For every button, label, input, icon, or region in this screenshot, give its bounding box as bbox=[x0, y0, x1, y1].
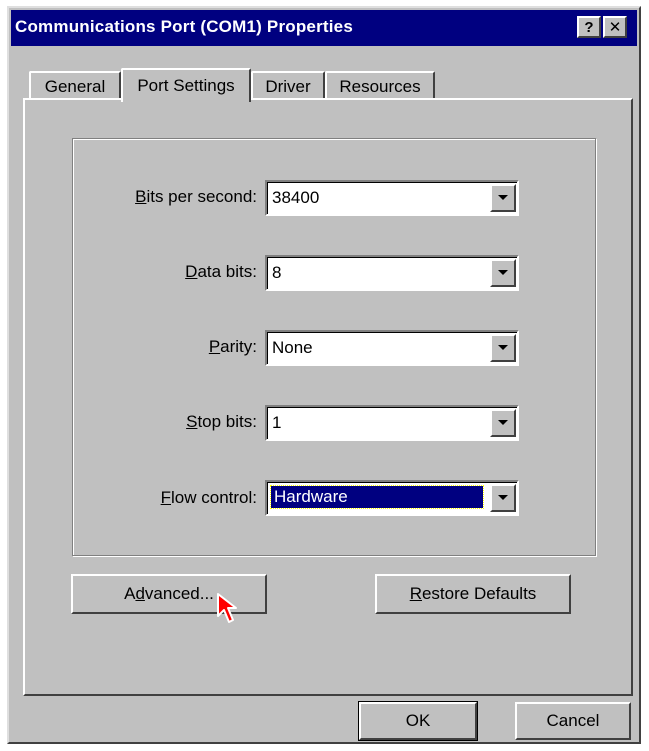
label-part: low control: bbox=[171, 488, 257, 507]
label-part: ata bits: bbox=[197, 262, 257, 281]
title-bar[interactable]: Communications Port (COM1) Properties ? … bbox=[11, 10, 637, 46]
button-label-part: vanced... bbox=[144, 584, 214, 603]
stop-bits-value: 1 bbox=[272, 413, 282, 432]
close-icon[interactable]: ✕ bbox=[603, 16, 627, 38]
parity-label: Parity: bbox=[209, 337, 257, 357]
dropdown-arrow-icon[interactable] bbox=[490, 259, 516, 287]
flow-control-select[interactable]: Hardware bbox=[265, 480, 519, 516]
bits-per-second-value: 38400 bbox=[272, 188, 320, 207]
label-accelerator: S bbox=[186, 412, 198, 431]
button-label-part: A bbox=[124, 584, 136, 603]
tab-resources[interactable]: Resources bbox=[325, 71, 435, 100]
tab-resources-label: Resources bbox=[339, 76, 421, 96]
label-accelerator: P bbox=[208, 337, 221, 356]
close-icon-glyph: ✕ bbox=[608, 18, 622, 36]
dropdown-arrow-icon[interactable] bbox=[490, 184, 516, 212]
button-label-part: estore Defaults bbox=[421, 584, 537, 603]
cancel-button-label: Cancel bbox=[546, 711, 600, 730]
tab-general[interactable]: General bbox=[29, 71, 121, 100]
label-part: its per second: bbox=[146, 187, 257, 206]
data-bits-select[interactable]: 8 bbox=[265, 255, 519, 291]
label-accelerator: D bbox=[185, 262, 198, 281]
tab-driver[interactable]: Driver bbox=[251, 71, 325, 100]
dropdown-arrow-icon[interactable] bbox=[490, 334, 516, 362]
help-icon[interactable]: ? bbox=[577, 16, 601, 38]
dropdown-arrow-icon[interactable] bbox=[490, 409, 516, 437]
button-accelerator: R bbox=[409, 584, 422, 603]
combo-frame: 38400 bbox=[267, 182, 517, 214]
combo-frame: 8 bbox=[267, 257, 517, 289]
label-accelerator: F bbox=[160, 488, 172, 507]
stop-bits-label: Stop bits: bbox=[186, 412, 257, 432]
bits-per-second-label: Bits per second: bbox=[135, 187, 257, 207]
bits-per-second-select[interactable]: 38400 bbox=[265, 180, 519, 216]
tab-general-label: General bbox=[44, 76, 106, 96]
parity-value: None bbox=[272, 338, 313, 357]
label-part: arity: bbox=[220, 337, 257, 356]
flow-control-label: Flow control: bbox=[161, 488, 257, 508]
tab-driver-label: Driver bbox=[265, 76, 311, 96]
tab-port-settings[interactable]: Port Settings bbox=[121, 68, 251, 102]
ok-button[interactable]: OK bbox=[358, 701, 478, 741]
combo-frame: 1 bbox=[267, 407, 517, 439]
flow-control-value: Hardware bbox=[270, 485, 484, 509]
dropdown-arrow-icon[interactable] bbox=[490, 484, 516, 512]
parity-select[interactable]: None bbox=[265, 330, 519, 366]
cancel-button[interactable]: Cancel bbox=[515, 702, 631, 740]
stop-bits-select[interactable]: 1 bbox=[265, 405, 519, 441]
combo-frame: Hardware bbox=[267, 482, 517, 514]
combo-frame: None bbox=[267, 332, 517, 364]
mouse-pointer-icon bbox=[216, 592, 242, 631]
label-part: top bits: bbox=[197, 412, 257, 431]
label-accelerator: B bbox=[135, 187, 147, 206]
tab-port-settings-label: Port Settings bbox=[137, 76, 235, 95]
ok-button-label: OK bbox=[405, 711, 431, 730]
properties-window: Communications Port (COM1) Properties ? … bbox=[7, 6, 641, 744]
data-bits-value: 8 bbox=[272, 263, 282, 282]
window-title: Communications Port (COM1) Properties bbox=[15, 17, 353, 36]
help-icon-glyph: ? bbox=[584, 18, 594, 36]
data-bits-label: Data bits: bbox=[185, 262, 257, 282]
port-settings-panel: Bits per second: 38400 Data bits: 8 Pari… bbox=[23, 98, 633, 696]
button-accelerator: d bbox=[135, 584, 145, 603]
restore-defaults-button[interactable]: Restore Defaults bbox=[375, 574, 571, 614]
